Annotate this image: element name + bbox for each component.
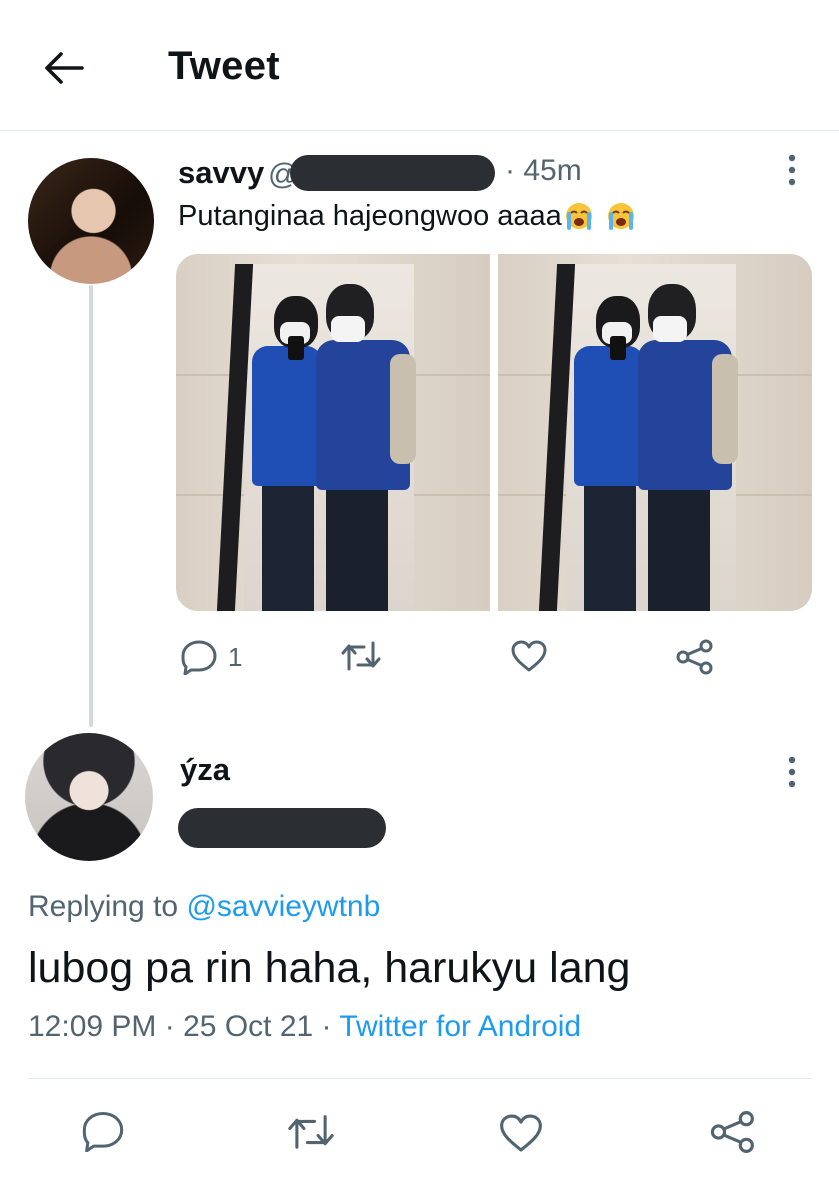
share-icon bbox=[676, 639, 713, 675]
tweet-date[interactable]: 25 Oct 21 bbox=[183, 1010, 313, 1043]
time-separator: · bbox=[505, 154, 515, 187]
replying-to: Replying to @savvieywtnb bbox=[28, 890, 380, 924]
author-name[interactable]: savvy bbox=[178, 155, 264, 191]
retweet-button[interactable] bbox=[286, 1112, 336, 1152]
author-name[interactable]: ýza bbox=[180, 752, 230, 788]
more-options-button[interactable] bbox=[780, 150, 804, 190]
redacted-handle bbox=[290, 155, 495, 191]
like-button[interactable] bbox=[510, 639, 548, 673]
more-vertical-icon bbox=[788, 154, 796, 186]
media-photo[interactable] bbox=[176, 254, 490, 611]
reply-actions bbox=[80, 1110, 780, 1160]
like-button[interactable] bbox=[498, 1112, 544, 1154]
reply-icon bbox=[82, 1111, 124, 1152]
tweet-actions: 1 bbox=[180, 635, 740, 679]
loudly-crying-face-icon bbox=[607, 203, 634, 230]
reply-button[interactable] bbox=[80, 1110, 126, 1152]
retweet-icon bbox=[341, 641, 381, 671]
meta-separator: · bbox=[164, 1010, 175, 1043]
header-divider bbox=[0, 130, 839, 131]
reply-text: lubog pa rin haha, harukyu lang bbox=[28, 944, 631, 992]
meta-separator: · bbox=[321, 1010, 332, 1043]
arrow-left-icon bbox=[45, 52, 84, 84]
avatar[interactable] bbox=[28, 158, 154, 284]
more-vertical-icon bbox=[788, 756, 796, 788]
tweet-text: Putanginaa hajeongwoo aaaa bbox=[178, 200, 638, 233]
reply-icon bbox=[181, 640, 217, 675]
media-photo[interactable] bbox=[498, 254, 812, 611]
heart-icon bbox=[511, 640, 547, 672]
time-value: 45m bbox=[523, 154, 582, 187]
retweet-button[interactable] bbox=[340, 639, 382, 673]
tweet-timestamp[interactable]: 12:09 PM bbox=[28, 1010, 156, 1043]
share-button[interactable] bbox=[676, 639, 714, 675]
tweet-source-link[interactable]: Twitter for Android bbox=[339, 1010, 581, 1043]
avatar[interactable] bbox=[25, 733, 153, 861]
thread-connector-line bbox=[89, 285, 93, 727]
reply-button[interactable]: 1 bbox=[180, 639, 242, 675]
page-title: Tweet bbox=[168, 44, 280, 88]
tweet-text-content: Putanginaa hajeongwoo aaaa bbox=[178, 200, 562, 232]
mention-link[interactable]: @savvieywtnb bbox=[186, 890, 380, 923]
loudly-crying-face-icon bbox=[565, 203, 592, 230]
share-button[interactable] bbox=[710, 1110, 756, 1154]
tweet-media bbox=[176, 254, 812, 611]
retweet-icon bbox=[288, 1115, 334, 1149]
reply-count: 1 bbox=[228, 641, 243, 672]
replying-to-label: Replying to bbox=[28, 890, 179, 923]
tweet-time[interactable]: · 45m bbox=[505, 154, 582, 188]
redacted-handle bbox=[178, 808, 386, 848]
heart-icon bbox=[500, 1114, 542, 1152]
back-button[interactable] bbox=[40, 46, 88, 90]
more-options-button[interactable] bbox=[780, 752, 804, 792]
actions-divider bbox=[28, 1078, 812, 1079]
tweet-metadata: 12:09 PM · 25 Oct 21 · Twitter for Andro… bbox=[28, 1010, 581, 1044]
share-icon bbox=[710, 1111, 754, 1153]
